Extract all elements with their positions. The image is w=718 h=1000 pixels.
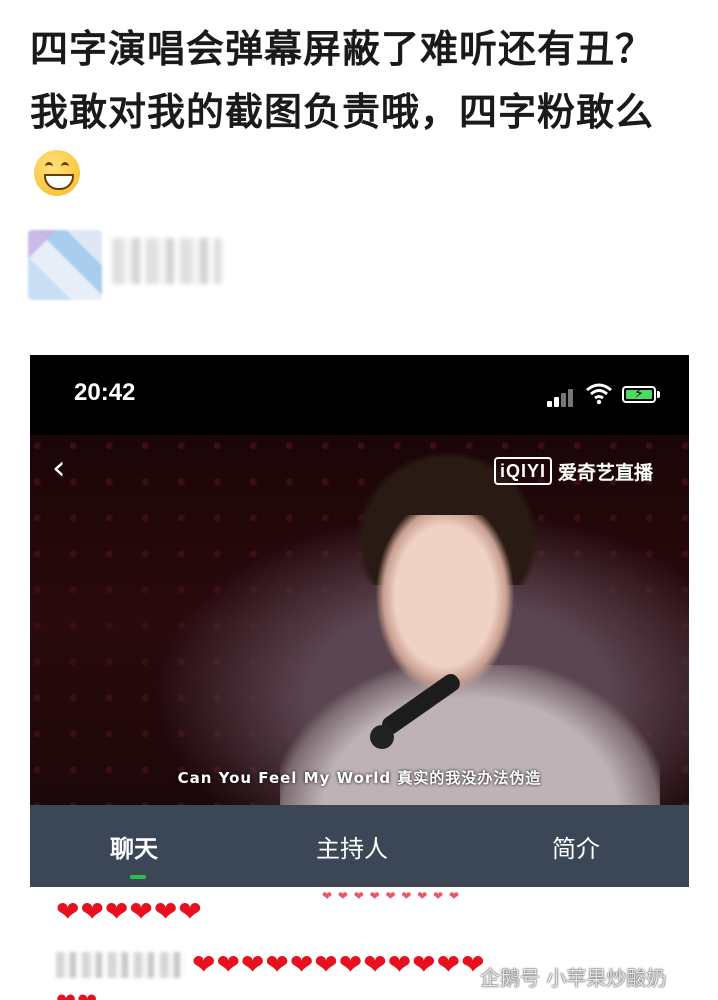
chat-hearts-partial: ❤ ❤ ❤ ❤ ❤ ❤ ❤ ❤ ❤ (322, 889, 461, 903)
penguin-account-icon (448, 963, 474, 990)
battery-icon: ⚡ (622, 386, 656, 403)
iqiyi-watermark: iQIYI 爱奇艺直播 (494, 457, 653, 485)
source-credit: 企鹅号 小苹果炒酸奶 (448, 962, 666, 991)
watermark-text: 爱奇艺直播 (558, 461, 654, 484)
chat-username-blurred (56, 952, 186, 978)
chat-message-hearts-3: ❤❤ (56, 987, 98, 1000)
video-frame-face (375, 515, 515, 695)
chat-message-hearts-2: ❤❤❤❤❤❤❤❤❤❤❤❤ (192, 948, 486, 981)
battery-cap (657, 391, 660, 398)
tab-bar: 聊天 主持人 简介 (30, 805, 689, 887)
tab-active-indicator (130, 875, 146, 879)
back-icon[interactable]: ‹ (52, 451, 66, 485)
video-subtitle: Can You Feel My World 真实的我没办法伪造 (177, 769, 542, 787)
iqiyi-logo: iQIYI (494, 457, 553, 485)
tab-host[interactable]: 主持人 (316, 829, 388, 864)
microphone-head (370, 725, 394, 749)
wifi-icon (586, 383, 612, 405)
post-body: 四字演唱会弹幕屏蔽了难听还有丑？我敢对我的截图负责哦，四字粉敢么 (30, 27, 655, 134)
tab-chat[interactable]: 聊天 (110, 829, 158, 864)
status-time: 20:42 (74, 379, 136, 406)
grinning-face-emoji-icon (34, 150, 80, 196)
cellular-signal-icon (547, 387, 577, 407)
video-player[interactable]: ‹ iQIYI 爱奇艺直播 Can You Feel My World 真实的我… (30, 435, 689, 815)
chat-message-hearts-1: ❤❤❤❤❤❤ (56, 895, 203, 928)
post-text: 四字演唱会弹幕屏蔽了难听还有丑？我敢对我的截图负责哦，四字粉敢么 (30, 18, 690, 207)
username-blurred[interactable] (112, 238, 222, 284)
credit-text: 企鹅号 小苹果炒酸奶 (480, 966, 667, 990)
avatar[interactable] (28, 230, 102, 300)
tab-intro[interactable]: 简介 (552, 829, 600, 864)
embedded-screenshot: 20:42 ⚡ ‹ iQIYI 爱奇艺直播 Can You Feel My Wo… (30, 355, 689, 1000)
status-bar: 20:42 ⚡ (30, 355, 689, 435)
